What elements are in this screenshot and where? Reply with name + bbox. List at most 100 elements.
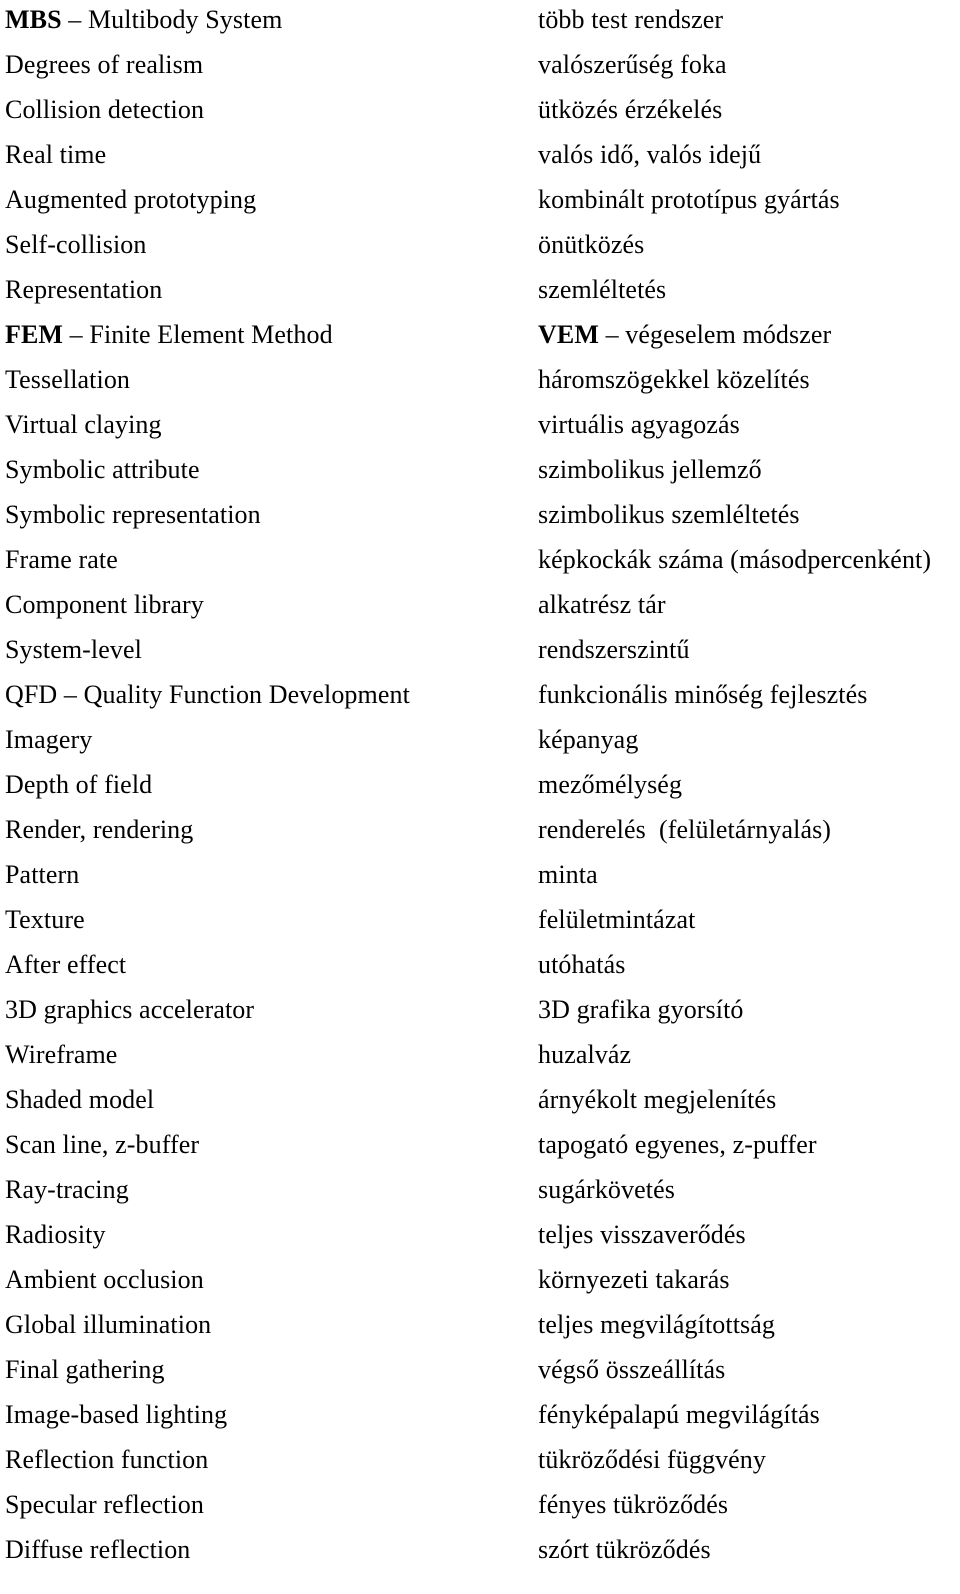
glossary-term-en: Shaded model: [5, 1085, 155, 1114]
glossary-term-hu: önütközés: [538, 230, 645, 259]
glossary-row: Symbolic representation szimbolikus szeml…: [0, 498, 960, 543]
glossary-term-hu: ütközés érzékelés: [538, 95, 723, 124]
glossary-row: Radiosity teljes visszaverődés: [0, 1218, 960, 1263]
glossary-term-hu: 3D grafika gyorsító: [538, 995, 744, 1024]
glossary-term-en: Diffuse reflection: [5, 1535, 191, 1564]
glossary-term-en: Reflection function: [5, 1445, 209, 1474]
glossary-row: Reflection function tükröződési függvény: [0, 1443, 960, 1488]
glossary-term-hu: árnyékolt megjelenítés: [538, 1085, 777, 1114]
glossary-term-hu: teljes megvilágítottság: [538, 1310, 775, 1339]
glossary-term-en: Tessellation: [5, 365, 131, 394]
glossary-term-en: Ambient occlusion: [5, 1265, 204, 1294]
glossary-term-en: Representation: [5, 275, 163, 304]
glossary-term-en: System-level: [5, 635, 142, 664]
glossary-term-hu: alkatrész tár: [538, 590, 666, 619]
glossary-term-hu: képkockák száma (másodpercenként): [538, 545, 932, 574]
glossary-term-en: Real time: [5, 140, 107, 169]
glossary-row: Augmented prototyping kombinált prototípu…: [0, 183, 960, 228]
glossary-term-en: Ray-tracing: [5, 1175, 129, 1204]
term-abbreviation: FEM: [5, 320, 64, 349]
glossary-term-en: Frame rate: [5, 545, 118, 574]
glossary-row: Pattern minta: [0, 858, 960, 903]
term-expansion: – Finite Element Method: [63, 320, 333, 349]
glossary-term-hu: virtuális agyagozás: [538, 410, 740, 439]
glossary-term-hu: tapogató egyenes, z-puffer: [538, 1130, 817, 1159]
glossary-row: Collision detection ütközés érzékelés: [0, 93, 960, 138]
gloss-abbreviation: VEM: [538, 320, 599, 349]
glossary-term-hu: funkcionális minőség fejlesztés: [538, 680, 868, 709]
glossary-term-hu: mezőmélység: [538, 770, 683, 799]
glossary-term-en: Render, rendering: [5, 815, 194, 844]
glossary-row: Frame rate képkockák száma (másodpercenké…: [0, 543, 960, 588]
glossary-row: Specular reflection fényes tükröződés: [0, 1488, 960, 1533]
glossary-row: After effect utóhatás: [0, 948, 960, 993]
glossary-term-hu: teljes visszaverődés: [538, 1220, 746, 1249]
glossary-row: Symbolic attribute szimbolikus jellemző: [0, 453, 960, 498]
glossary-term-en: Pattern: [5, 860, 80, 889]
glossary-term-hu: környezeti takarás: [538, 1265, 730, 1294]
glossary-term-en: After effect: [5, 950, 127, 979]
glossary-row: FEM – Finite Element Method VEM – végesel…: [0, 318, 960, 363]
glossary-term-en: Scan line, z-buffer: [5, 1130, 200, 1159]
glossary-row: Degrees of realism valószerűség foka: [0, 48, 960, 93]
glossary-term-en: Texture: [5, 905, 85, 934]
glossary-term-en: Self-collision: [5, 230, 147, 259]
glossary-term-en: 3D graphics accelerator: [5, 995, 255, 1024]
glossary-term-en: FEM – Finite Element Method: [5, 318, 333, 352]
glossary-term-hu: fényképalapú megvilágítás: [538, 1400, 820, 1429]
glossary-term-en: Depth of field: [5, 770, 153, 799]
glossary-term-hu: fényes tükröződés: [538, 1490, 729, 1519]
glossary-row: Shaded model árnyékolt megjelenítés: [0, 1083, 960, 1128]
glossary-term-hu: sugárkövetés: [538, 1175, 675, 1204]
term-abbreviation: MBS: [5, 5, 62, 34]
glossary-row: QFD – Quality Function Development funkci…: [0, 678, 960, 723]
glossary-term-hu: szimbolikus jellemző: [538, 455, 762, 484]
glossary-term-en: Radiosity: [5, 1220, 106, 1249]
glossary-row: Real time valós idő, valós idejű: [0, 138, 960, 183]
glossary-row: Virtual claying virtuális agyagozás: [0, 408, 960, 453]
glossary-row: Depth of field mezőmélység: [0, 768, 960, 813]
glossary-term-en: Specular reflection: [5, 1490, 204, 1519]
glossary-term-en: Symbolic attribute: [5, 455, 200, 484]
glossary-term-hu: felületmintázat: [538, 905, 696, 934]
glossary-term-en: QFD – Quality Function Development: [5, 680, 410, 709]
glossary-row: Final gathering végső összeállítás: [0, 1353, 960, 1398]
glossary-term-hu: utóhatás: [538, 950, 626, 979]
gloss-expansion: – végeselem módszer: [598, 320, 832, 349]
glossary-row: Texture felületmintázat: [0, 903, 960, 948]
glossary-term-en: Final gathering: [5, 1355, 165, 1384]
glossary-term-en: Global illumination: [5, 1310, 212, 1339]
glossary-term-hu: renderelés (felületárnyalás): [538, 815, 832, 844]
glossary-term-en: Collision detection: [5, 95, 205, 124]
glossary-term-hu: valószerűség foka: [538, 50, 727, 79]
glossary-row: Ambient occlusion környezeti takarás: [0, 1263, 960, 1308]
glossary-term-en: Augmented prototyping: [5, 185, 257, 214]
glossary-row: System-level rendszerszintű: [0, 633, 960, 678]
glossary-term-en: Wireframe: [5, 1040, 118, 1069]
glossary-term-hu: szórt tükröződés: [538, 1535, 711, 1564]
glossary-row: Image-based lighting fényképalapú megvilá…: [0, 1398, 960, 1443]
glossary-term-hu: VEM – végeselem módszer: [538, 318, 831, 352]
glossary-table: MBS – Multibody System több test rendszer…: [0, 0, 960, 1594]
glossary-row: Diffuse reflection szórt tükröződés: [0, 1533, 960, 1578]
glossary-row: Imagery képanyag: [0, 723, 960, 768]
glossary-row: Scan line, z-buffer tapogató egyenes, z-p…: [0, 1128, 960, 1173]
glossary-term-hu: szemléltetés: [538, 275, 667, 304]
glossary-term-en: Image-based lighting: [5, 1400, 228, 1429]
glossary-row: Component library alkatrész tár: [0, 588, 960, 633]
glossary-term-hu: több test rendszer: [538, 5, 724, 34]
glossary-term-en: Component library: [5, 590, 204, 619]
term-expansion: – Multibody System: [61, 5, 283, 34]
glossary-term-hu: valós idő, valós idejű: [538, 140, 762, 169]
glossary-row: Global illumination teljes megvilágítotts…: [0, 1308, 960, 1353]
glossary-row: Representation szemléltetés: [0, 273, 960, 318]
glossary-row: Ray-tracing sugárkövetés: [0, 1173, 960, 1218]
glossary-term-hu: képanyag: [538, 725, 639, 754]
glossary-row: Render, rendering renderelés (felületárny…: [0, 813, 960, 858]
glossary-row: Self-collision önütközés: [0, 228, 960, 273]
glossary-row: Tessellation háromszögekkel közelítés: [0, 363, 960, 408]
glossary-term-hu: rendszerszintű: [538, 635, 690, 664]
glossary-term-en: Degrees of realism: [5, 50, 204, 79]
glossary-term-hu: szimbolikus szemléltetés: [538, 500, 800, 529]
glossary-term-en: Imagery: [5, 725, 93, 754]
